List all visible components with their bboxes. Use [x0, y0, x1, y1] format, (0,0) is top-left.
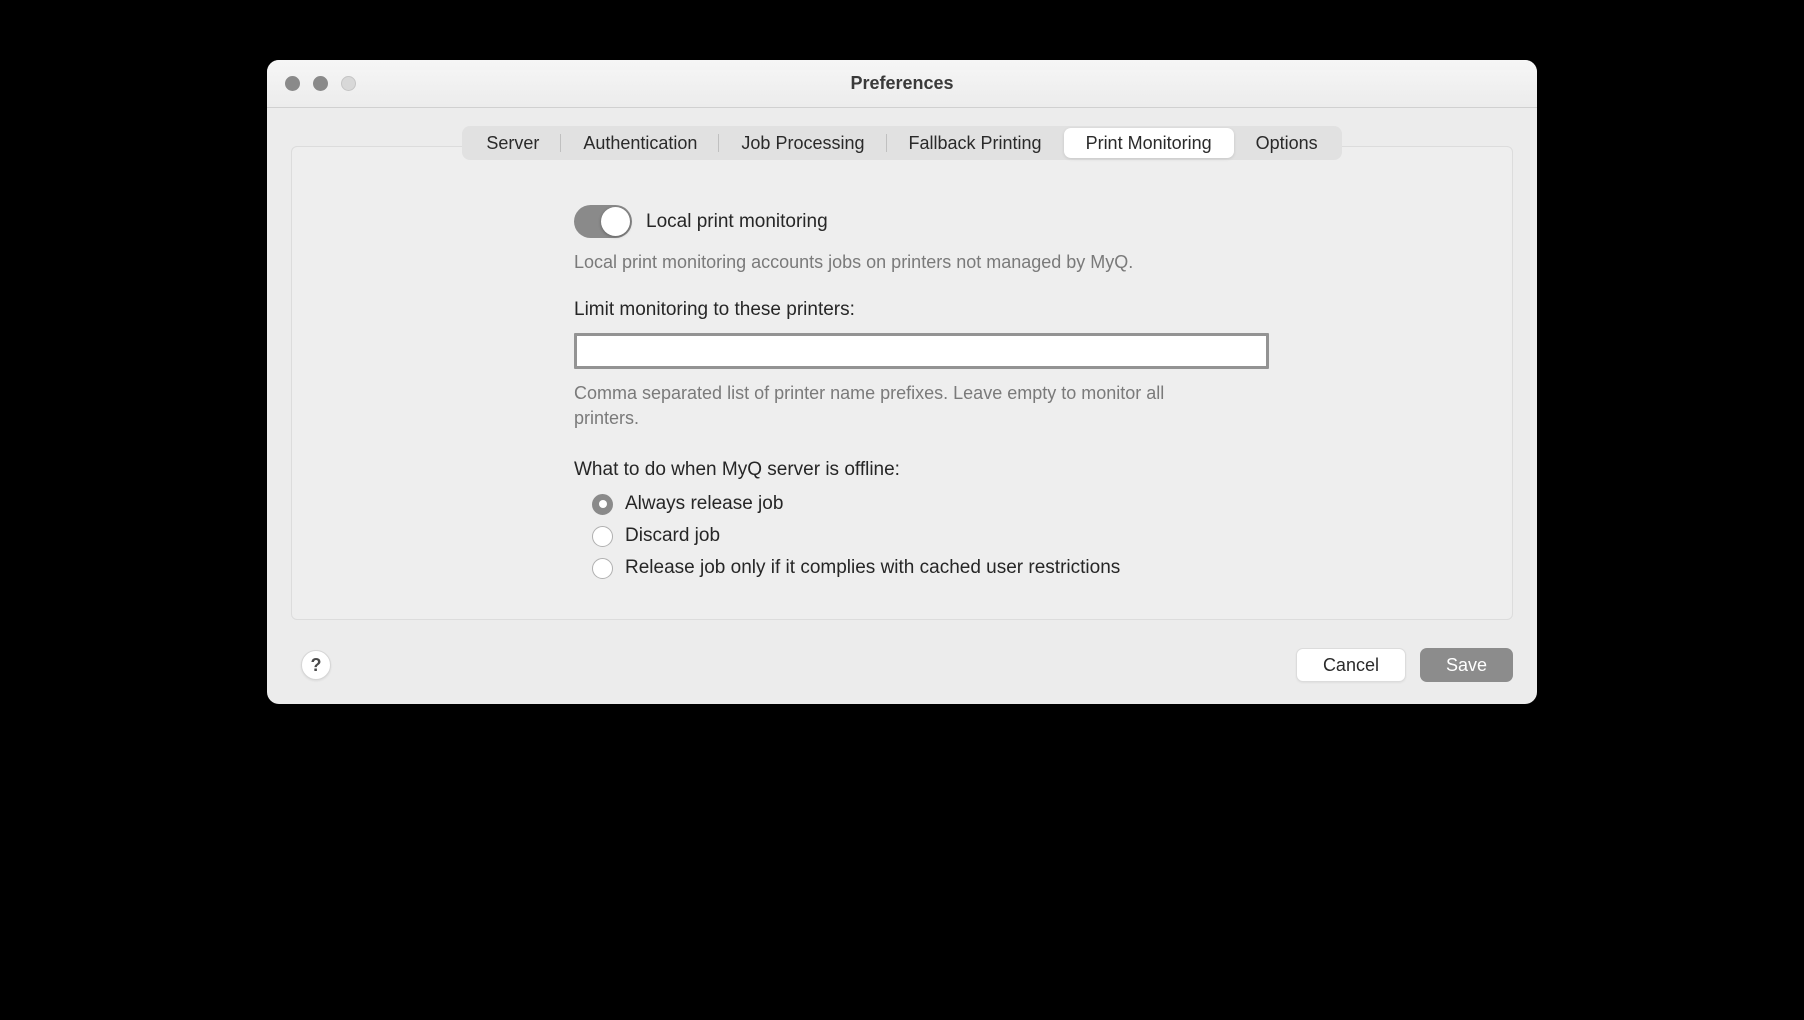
local-print-monitoring-toggle[interactable]: [574, 205, 632, 238]
radio-label: Discard job: [625, 525, 720, 547]
tab-authentication[interactable]: Authentication: [561, 128, 719, 158]
radio-label: Release job only if it complies with cac…: [625, 557, 1120, 579]
radio-always-release[interactable]: Always release job: [592, 493, 1274, 515]
tab-job-processing[interactable]: Job Processing: [719, 128, 886, 158]
help-button[interactable]: ?: [301, 650, 331, 680]
radio-release-cached[interactable]: Release job only if it complies with cac…: [592, 557, 1274, 579]
tabs: Server Authentication Job Processing Fal…: [462, 126, 1341, 160]
save-button[interactable]: Save: [1420, 648, 1513, 682]
radio-discard-job[interactable]: Discard job: [592, 525, 1274, 547]
radio-icon: [592, 558, 613, 579]
local-print-monitoring-label: Local print monitoring: [646, 211, 828, 233]
local-print-monitoring-row: Local print monitoring: [574, 205, 1274, 238]
minimize-window-icon[interactable]: [313, 76, 328, 91]
limit-printers-hint: Comma separated list of printer name pre…: [574, 381, 1234, 431]
content-frame: Local print monitoring Local print monit…: [291, 146, 1513, 620]
monitoring-description: Local print monitoring accounts jobs on …: [574, 252, 1274, 273]
window-title: Preferences: [267, 73, 1537, 94]
radio-label: Always release job: [625, 493, 783, 515]
cancel-button[interactable]: Cancel: [1296, 648, 1406, 682]
limit-printers-label: Limit monitoring to these printers:: [574, 299, 1274, 321]
preferences-window: Preferences Server Authentication Job Pr…: [267, 60, 1537, 704]
footer: ? Cancel Save: [267, 638, 1537, 704]
help-icon: ?: [311, 655, 322, 676]
content: Local print monitoring Local print monit…: [574, 205, 1274, 579]
close-window-icon[interactable]: [285, 76, 300, 91]
tab-print-monitoring[interactable]: Print Monitoring: [1064, 128, 1234, 158]
titlebar: Preferences: [267, 60, 1537, 108]
radio-icon: [592, 526, 613, 547]
offline-action-label: What to do when MyQ server is offline:: [574, 459, 1274, 481]
maximize-window-icon[interactable]: [341, 76, 356, 91]
traffic-lights: [267, 76, 356, 91]
tab-fallback-printing[interactable]: Fallback Printing: [887, 128, 1064, 158]
tab-options[interactable]: Options: [1234, 128, 1340, 158]
limit-printers-input[interactable]: [574, 333, 1269, 369]
tab-server[interactable]: Server: [464, 128, 561, 158]
toggle-knob-icon: [601, 207, 630, 236]
radio-icon: [592, 494, 613, 515]
offline-radio-group: Always release job Discard job Release j…: [574, 493, 1274, 579]
